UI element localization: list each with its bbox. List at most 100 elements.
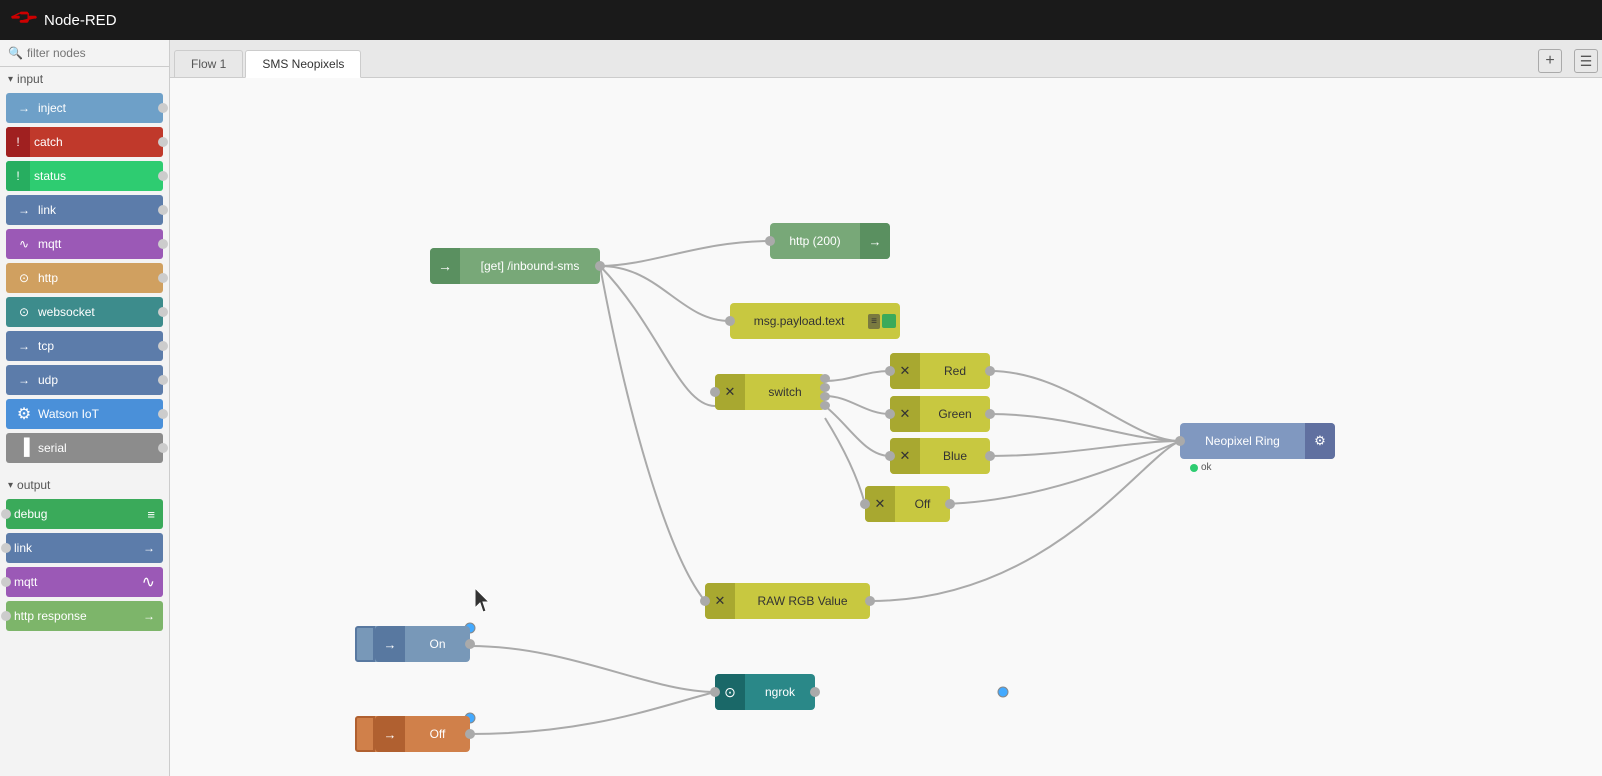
red-label: Red bbox=[920, 364, 990, 378]
watson-iot-icon: ⚙ bbox=[14, 404, 34, 424]
sidebar-node-udp[interactable]: → udp bbox=[6, 365, 163, 395]
node-ngrok[interactable]: ⊙ ngrok bbox=[715, 674, 815, 710]
sidebar-node-mqtt-out[interactable]: mqtt ∿ bbox=[6, 567, 163, 597]
node-blue[interactable]: ✕ Blue bbox=[890, 438, 990, 474]
http-response-left-handle bbox=[1, 611, 11, 621]
switch-ports-right bbox=[820, 374, 830, 410]
app-title: Node-RED bbox=[44, 12, 117, 29]
chevron-input: ▾ bbox=[8, 74, 13, 85]
switch-out1 bbox=[820, 374, 830, 383]
payload-port-left bbox=[725, 316, 735, 326]
http-icon: ⊙ bbox=[14, 268, 34, 288]
on-port-right bbox=[465, 639, 475, 649]
inject-handle bbox=[158, 103, 168, 113]
neopixel-port-left bbox=[1175, 436, 1185, 446]
sidebar-search-container[interactable]: 🔍 bbox=[0, 40, 169, 67]
tab-flow1[interactable]: Flow 1 bbox=[174, 50, 243, 77]
sidebar-node-watson-iot[interactable]: ⚙ Watson IoT bbox=[6, 399, 163, 429]
tabs-bar-right: + ☰ bbox=[1538, 49, 1598, 77]
tab-flow1-label: Flow 1 bbox=[191, 57, 226, 71]
off-port-right bbox=[465, 729, 475, 739]
off-checkbox bbox=[355, 716, 375, 752]
mqtt-handle bbox=[158, 239, 168, 249]
raw-rgb-label: RAW RGB Value bbox=[735, 594, 870, 608]
sidebar-node-http-response[interactable]: http response → bbox=[6, 601, 163, 631]
link-out-label: link bbox=[14, 541, 32, 555]
mouse-cursor bbox=[475, 588, 495, 608]
mqtt-out-label: mqtt bbox=[14, 575, 37, 589]
node-get-inbound-sms[interactable]: → [get] /inbound-sms bbox=[430, 248, 600, 284]
node-msg-payload-text[interactable]: msg.payload.text ≡ bbox=[730, 303, 900, 339]
node-red[interactable]: ✕ Red bbox=[890, 353, 990, 389]
on-checkbox bbox=[355, 626, 375, 662]
section-output-label: output bbox=[17, 478, 50, 492]
sidebar-section-input[interactable]: ▾ input bbox=[0, 67, 169, 91]
debug-icon: ≡ bbox=[147, 507, 155, 522]
sidebar-node-status[interactable]: ! status bbox=[6, 161, 163, 191]
ngrok-port-left bbox=[710, 687, 720, 697]
link-label: link bbox=[38, 203, 56, 217]
node-off-function[interactable]: ✕ Off bbox=[865, 486, 950, 522]
status-icon: ! bbox=[6, 161, 30, 191]
sidebar-node-websocket[interactable]: ⊙ websocket bbox=[6, 297, 163, 327]
debug-label: debug bbox=[14, 507, 47, 521]
node-off-inject[interactable]: → Off bbox=[355, 716, 470, 752]
ngrok-port-right bbox=[810, 687, 820, 697]
udp-handle bbox=[158, 375, 168, 385]
off-func-port-left bbox=[860, 499, 870, 509]
red-port-left bbox=[885, 366, 895, 376]
off-func-port-right bbox=[945, 499, 955, 509]
neopixel-icon-right: ⚙ bbox=[1305, 423, 1335, 459]
catch-icon: ! bbox=[6, 127, 30, 157]
sidebar-node-link[interactable]: → link bbox=[6, 195, 163, 225]
topbar: Node-RED bbox=[0, 0, 1602, 40]
switch-out3 bbox=[820, 392, 830, 401]
sidebar-node-http[interactable]: ⊙ http bbox=[6, 263, 163, 293]
tab-sms-neopixels[interactable]: SMS Neopixels bbox=[245, 50, 361, 78]
sidebar-node-link-out[interactable]: link → bbox=[6, 533, 163, 563]
node-switch[interactable]: ✕ switch bbox=[715, 374, 825, 410]
serial-handle bbox=[158, 443, 168, 453]
tab-menu-button[interactable]: ☰ bbox=[1574, 49, 1598, 73]
sidebar-node-catch[interactable]: ! catch bbox=[6, 127, 163, 157]
mqtt-icon: ∿ bbox=[14, 234, 34, 254]
mqtt-out-icon: ∿ bbox=[142, 572, 155, 592]
flow-canvas[interactable]: → [get] /inbound-sms http (200) → msg.pa… bbox=[170, 78, 1602, 776]
http-response-icon: → bbox=[143, 609, 155, 623]
canvas-area[interactable]: Flow 1 SMS Neopixels + ☰ bbox=[170, 40, 1602, 776]
off-label: Off bbox=[405, 727, 470, 741]
status-label: status bbox=[34, 169, 66, 183]
node-green[interactable]: ✕ Green bbox=[890, 396, 990, 432]
http-handle bbox=[158, 273, 168, 283]
off-func-label: Off bbox=[895, 497, 950, 511]
link-handle bbox=[158, 205, 168, 215]
inject-icon: → bbox=[14, 98, 34, 118]
sidebar-node-mqtt[interactable]: ∿ mqtt bbox=[6, 229, 163, 259]
payload-list-icon: ≡ bbox=[868, 314, 880, 329]
http-label: http bbox=[38, 271, 58, 285]
node-neopixel-ring[interactable]: Neopixel Ring ⚙ ok bbox=[1180, 423, 1335, 459]
sidebar-node-tcp[interactable]: → tcp bbox=[6, 331, 163, 361]
section-input-label: input bbox=[17, 72, 43, 86]
sidebar-node-serial[interactable]: ▐ serial bbox=[6, 433, 163, 463]
sidebar-node-inject[interactable]: → inject bbox=[6, 93, 163, 123]
tcp-label: tcp bbox=[38, 339, 54, 353]
sidebar-section-output[interactable]: ▾ output bbox=[0, 473, 169, 497]
inject-label: inject bbox=[38, 101, 66, 115]
status-handle bbox=[158, 171, 168, 181]
off-arrow-icon: → bbox=[375, 716, 405, 752]
green-port-right bbox=[985, 409, 995, 419]
on-arrow-icon: → bbox=[375, 626, 405, 662]
node-on-inject[interactable]: → On bbox=[355, 626, 470, 662]
mqtt-out-left-handle bbox=[1, 577, 11, 587]
sidebar-node-debug[interactable]: debug ≡ bbox=[6, 499, 163, 529]
websocket-label: websocket bbox=[38, 305, 95, 319]
node-raw-rgb[interactable]: ✕ RAW RGB Value bbox=[705, 583, 870, 619]
add-tab-button[interactable]: + bbox=[1538, 49, 1562, 73]
node-http-200[interactable]: http (200) → bbox=[770, 223, 890, 259]
main-layout: 🔍 ▾ input → inject ! catch bbox=[0, 40, 1602, 776]
websocket-icon: ⊙ bbox=[14, 302, 34, 322]
search-input[interactable] bbox=[27, 46, 161, 60]
neopixel-status-dot bbox=[1190, 464, 1198, 472]
neopixel-label: Neopixel Ring bbox=[1180, 434, 1305, 448]
